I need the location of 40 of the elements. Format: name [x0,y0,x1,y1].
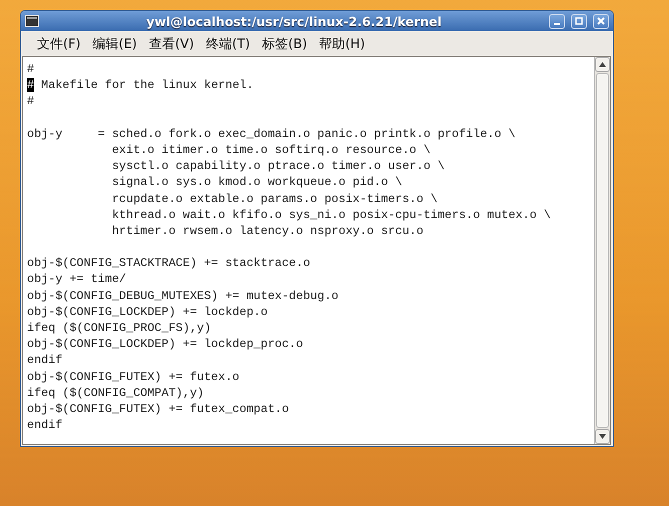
terminal-line: ifeq ($(CONFIG_COMPAT),y) [27,384,205,401]
menu-item[interactable]: 查看(V) [142,32,200,54]
terminal-icon [25,15,39,27]
terminal-line: exit.o itimer.o time.o softirq.o resource.o \ [110,142,432,158]
terminal-line: endif [27,417,64,434]
menu-item[interactable]: 终端(T) [200,32,256,54]
terminal-line: obj-$(CONFIG_FUTEX) += futex_compat.o [27,400,290,418]
terminal-line: endif [27,352,64,369]
down-arrow-icon [599,434,606,439]
terminal-line: obj-$(CONFIG_STACKTRACE) += stacktrace.o [27,255,312,272]
terminal-line: obj-$(CONFIG_LOCKDEP) += lockdep_proc.o [27,336,304,352]
terminal-line: obj-y = sched.o fork.o exec_domain.o panic.o printk.o profile.o \ [27,126,516,142]
scroll-up-button[interactable] [595,57,610,72]
close-button[interactable] [593,14,609,28]
terminal-line: signal.o sys.o kmod.o workqueue.o pid.o \ [110,174,404,190]
terminal-line: kthread.o wait.o kfifo.o sys_ni.o posix-cpu-timers.o mutex.o \ [110,206,552,223]
terminal-line: sysctl.o capability.o ptrace.o timer.o user.o \ [110,158,446,174]
minimize-button[interactable] [549,14,565,28]
maximize-icon [575,17,583,25]
menu-item[interactable]: 帮助(H) [313,32,372,54]
close-icon [597,17,605,25]
terminal-line: # [27,61,36,78]
menu-item[interactable]: 标签(B) [256,32,314,54]
terminal-line: obj-y += time/ [27,271,128,288]
terminal-line: obj-$(CONFIG_LOCKDEP) += lockdep.o [27,304,269,320]
terminal-line: ifeq ($(CONFIG_PROC_FS),y) [27,320,212,336]
maximize-button[interactable] [571,14,587,28]
scroll-down-button[interactable] [595,429,610,444]
menu-item[interactable]: 编辑(E) [86,32,143,54]
menu-item[interactable]: 文件(F) [31,32,87,54]
terminal-line: obj-$(CONFIG_FUTEX) += futex.o [27,368,240,385]
window-title: ywl@localhost:/usr/src/linux-2.6.21/kernel [145,14,443,28]
scrollbar[interactable] [594,57,610,444]
terminal-line: # Makefile for the linux kernel. [27,77,255,94]
scroll-thumb[interactable] [596,73,609,428]
up-arrow-icon [599,62,606,67]
terminal-line: obj-$(CONFIG_DEBUG_MUTEXES) += mutex-debug.o [27,288,340,304]
terminal-line: rcupdate.o extable.o params.o posix-timers.o \ [110,190,439,207]
terminal-line: # [27,93,36,110]
terminal-line: hrtimer.o rwsem.o latency.o nsproxy.o srcu.o [110,222,424,240]
